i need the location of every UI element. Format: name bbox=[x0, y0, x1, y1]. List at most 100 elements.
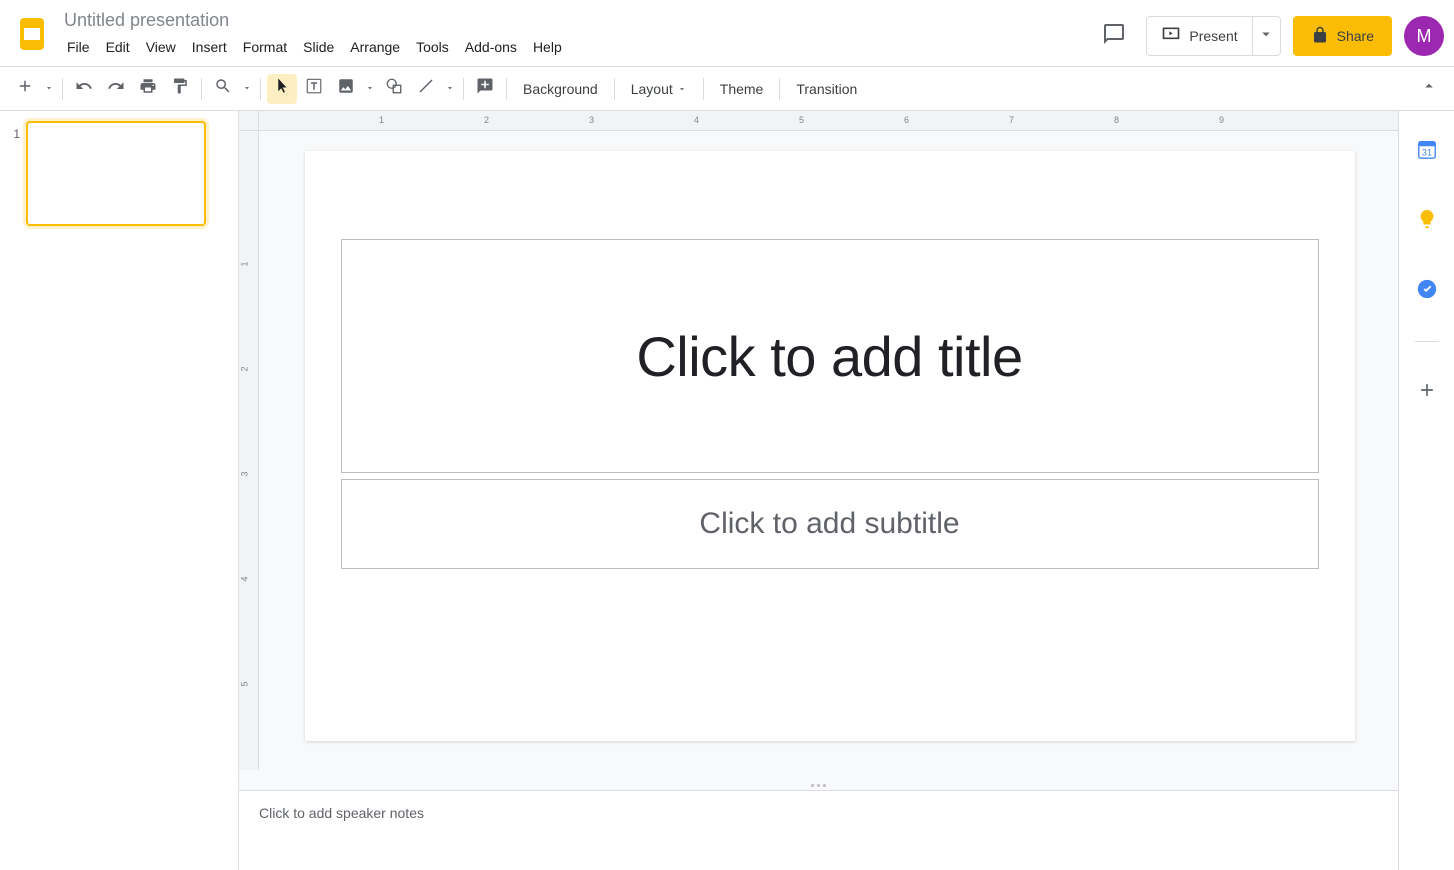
layout-label: Layout bbox=[631, 81, 673, 97]
lock-icon bbox=[1311, 26, 1329, 47]
chevron-down-icon bbox=[677, 81, 687, 97]
ruler-tick: 5 bbox=[799, 115, 804, 125]
calendar-addon[interactable]: 31 bbox=[1407, 131, 1447, 171]
ruler-tick: 3 bbox=[240, 471, 250, 476]
filmstrip[interactable]: 1 bbox=[0, 111, 239, 870]
add-comment-icon bbox=[476, 77, 494, 100]
comment-button[interactable] bbox=[1094, 16, 1134, 56]
ruler-tick: 8 bbox=[1114, 115, 1119, 125]
title-placeholder-text: Click to add title bbox=[636, 324, 1022, 389]
paint-roller-icon bbox=[171, 77, 189, 100]
share-button[interactable]: Share bbox=[1293, 16, 1392, 56]
chevron-down-icon bbox=[242, 80, 252, 98]
image-dropdown[interactable] bbox=[363, 74, 377, 104]
separator bbox=[201, 78, 202, 100]
text-box-icon bbox=[305, 77, 323, 100]
present-dropdown[interactable] bbox=[1252, 17, 1280, 55]
present-label: Present bbox=[1189, 28, 1237, 44]
header: Untitled presentation File Edit View Ins… bbox=[0, 0, 1454, 67]
present-group: Present bbox=[1146, 16, 1280, 56]
plus-icon bbox=[1417, 380, 1437, 405]
shape-tool[interactable] bbox=[379, 74, 409, 104]
zoom-dropdown[interactable] bbox=[240, 74, 254, 104]
ruler-tick: 4 bbox=[240, 576, 250, 581]
separator bbox=[62, 78, 63, 100]
transition-button[interactable]: Transition bbox=[786, 74, 867, 104]
ruler-corner bbox=[239, 111, 259, 131]
ruler-vertical[interactable]: 1 2 3 4 5 bbox=[239, 131, 259, 770]
chevron-down-icon bbox=[1257, 25, 1275, 48]
keep-icon bbox=[1416, 208, 1438, 235]
ruler-tick: 4 bbox=[694, 115, 699, 125]
subtitle-placeholder[interactable]: Click to add subtitle bbox=[341, 479, 1319, 569]
tasks-addon[interactable] bbox=[1407, 271, 1447, 311]
menu-help[interactable]: Help bbox=[526, 35, 569, 59]
line-dropdown[interactable] bbox=[443, 74, 457, 104]
chevron-up-icon bbox=[1420, 77, 1438, 100]
menu-format[interactable]: Format bbox=[236, 35, 294, 59]
image-icon bbox=[337, 77, 355, 100]
image-tool[interactable] bbox=[331, 74, 361, 104]
paint-format-button[interactable] bbox=[165, 74, 195, 104]
slide-canvas[interactable]: Click to add title Click to add subtitle bbox=[305, 151, 1355, 741]
redo-icon bbox=[107, 77, 125, 100]
side-separator bbox=[1415, 341, 1439, 342]
menu-addons[interactable]: Add-ons bbox=[458, 35, 524, 59]
title-placeholder[interactable]: Click to add title bbox=[341, 239, 1319, 473]
menu-view[interactable]: View bbox=[139, 35, 183, 59]
present-icon bbox=[1161, 25, 1181, 48]
theme-button[interactable]: Theme bbox=[710, 74, 774, 104]
slides-logo[interactable] bbox=[12, 14, 52, 54]
print-button[interactable] bbox=[133, 74, 163, 104]
get-addons-button[interactable] bbox=[1407, 372, 1447, 412]
menu-slide[interactable]: Slide bbox=[296, 35, 341, 59]
zoom-button[interactable] bbox=[208, 74, 238, 104]
new-slide-dropdown[interactable] bbox=[42, 74, 56, 104]
zoom-icon bbox=[214, 77, 232, 100]
redo-button[interactable] bbox=[101, 74, 131, 104]
ruler-tick: 2 bbox=[484, 115, 489, 125]
menubar: File Edit View Insert Format Slide Arran… bbox=[60, 35, 1094, 59]
undo-icon bbox=[75, 77, 93, 100]
ruler-horizontal[interactable]: 1 2 3 4 5 6 7 8 9 bbox=[259, 111, 1398, 131]
ruler-tick: 3 bbox=[589, 115, 594, 125]
menu-tools[interactable]: Tools bbox=[409, 35, 456, 59]
background-button[interactable]: Background bbox=[513, 74, 608, 104]
layout-button[interactable]: Layout bbox=[621, 74, 697, 104]
menu-insert[interactable]: Insert bbox=[185, 35, 234, 59]
undo-button[interactable] bbox=[69, 74, 99, 104]
text-box-tool[interactable] bbox=[299, 74, 329, 104]
menu-edit[interactable]: Edit bbox=[99, 35, 137, 59]
ruler-tick: 1 bbox=[240, 261, 250, 266]
document-title[interactable]: Untitled presentation bbox=[60, 8, 233, 33]
tasks-icon bbox=[1416, 278, 1438, 305]
slide-viewport[interactable]: Click to add title Click to add subtitle bbox=[277, 151, 1382, 760]
top-actions: Present Share M bbox=[1094, 16, 1444, 56]
title-area: Untitled presentation File Edit View Ins… bbox=[60, 8, 1094, 59]
separator bbox=[703, 78, 704, 100]
side-panel: 31 bbox=[1398, 111, 1454, 870]
subtitle-placeholder-text: Click to add subtitle bbox=[699, 507, 959, 541]
chevron-down-icon bbox=[365, 80, 375, 98]
separator bbox=[506, 78, 507, 100]
comment-tool[interactable] bbox=[470, 74, 500, 104]
account-avatar[interactable]: M bbox=[1404, 16, 1444, 56]
line-tool[interactable] bbox=[411, 74, 441, 104]
select-tool[interactable] bbox=[267, 74, 297, 104]
menu-file[interactable]: File bbox=[60, 35, 97, 59]
line-icon bbox=[417, 77, 435, 100]
menu-arrange[interactable]: Arrange bbox=[343, 35, 407, 59]
speaker-notes[interactable]: Click to add speaker notes bbox=[239, 790, 1398, 870]
comment-icon bbox=[1102, 22, 1126, 51]
new-slide-button[interactable] bbox=[10, 74, 40, 104]
keep-addon[interactable] bbox=[1407, 201, 1447, 241]
slide-thumbnail-1[interactable] bbox=[26, 121, 206, 226]
print-icon bbox=[139, 77, 157, 100]
collapse-toolbar-button[interactable] bbox=[1414, 74, 1444, 104]
chevron-down-icon bbox=[44, 80, 54, 98]
present-button[interactable]: Present bbox=[1147, 17, 1251, 55]
ruler-tick: 5 bbox=[240, 681, 250, 686]
slide-number: 1 bbox=[8, 127, 20, 141]
notes-splitter[interactable] bbox=[239, 780, 1398, 790]
separator bbox=[779, 78, 780, 100]
